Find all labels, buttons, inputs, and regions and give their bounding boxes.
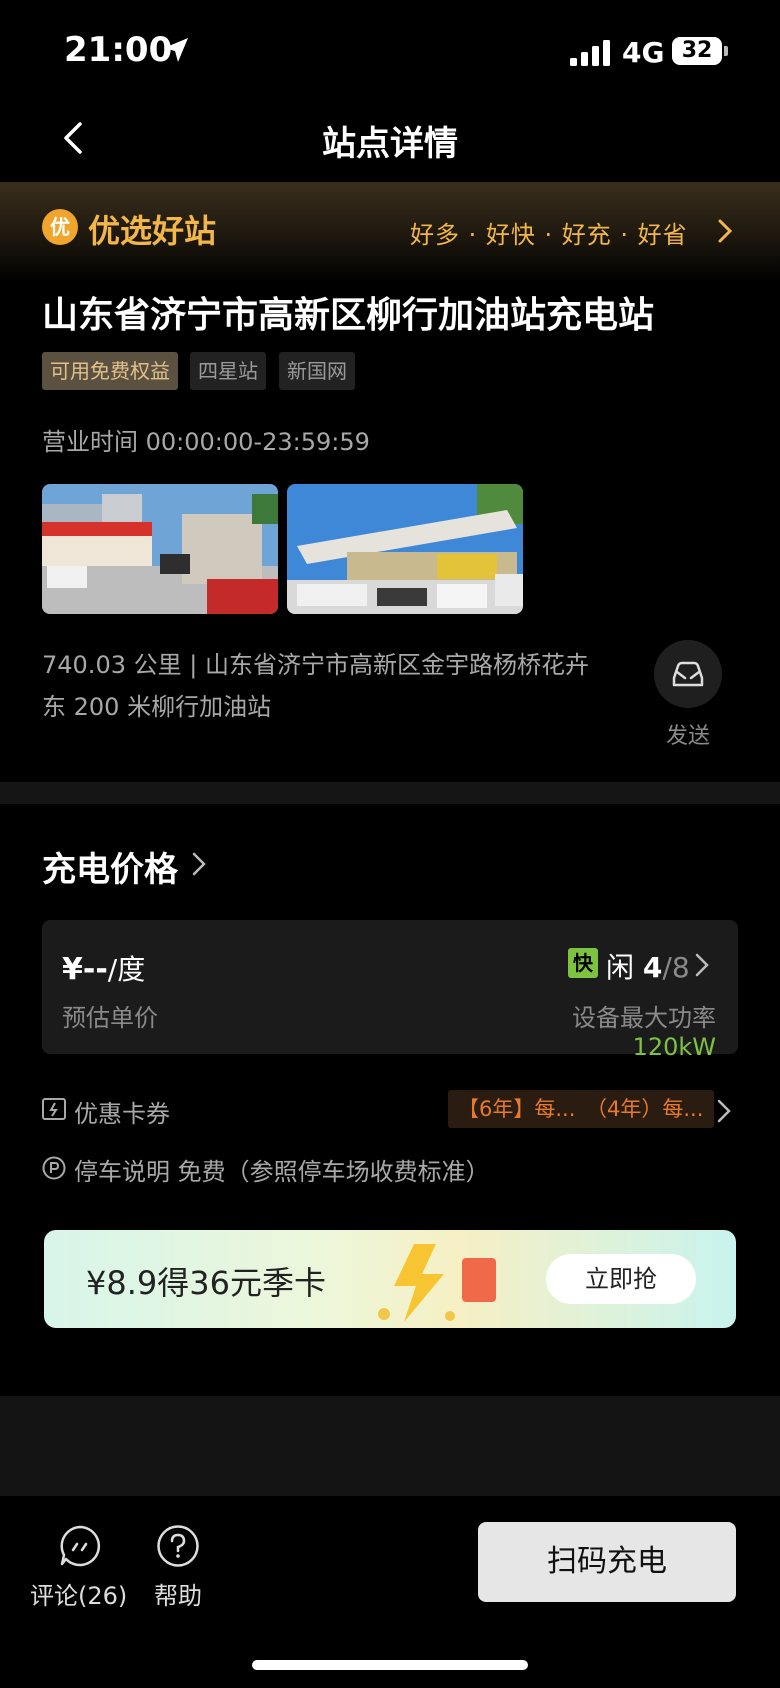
coupon-chip[interactable]: （4年）每... <box>576 1090 714 1128</box>
coupon-chip[interactable]: 【6年】每... <box>448 1090 586 1128</box>
comment-icon[interactable] <box>58 1524 102 1568</box>
business-hours: 营业时间 00:00:00-23:59:59 <box>42 428 370 456</box>
power-value: 120kW <box>632 1033 716 1061</box>
chevron-right-icon[interactable] <box>716 1098 732 1124</box>
location-arrow-icon <box>164 38 188 62</box>
parking-icon <box>42 1156 66 1180</box>
scan-charge-button[interactable]: 扫码充电 <box>478 1522 736 1602</box>
section-divider <box>0 782 780 804</box>
coupon-label[interactable]: 优惠卡券 <box>74 1094 170 1129</box>
featured-slogan[interactable]: 好多 · 好快 · 好充 · 好省 <box>410 215 688 250</box>
station-photo[interactable] <box>42 484 278 614</box>
page-title: 站点详情 <box>322 124 458 164</box>
content-gap <box>0 1396 780 1496</box>
banner-text: ¥8.9得36元季卡 <box>86 1264 326 1302</box>
chevron-right-icon[interactable] <box>694 952 710 978</box>
car-icon <box>672 661 704 687</box>
fast-charge-badge: 快 <box>568 948 598 978</box>
help-label[interactable]: 帮助 <box>154 1576 202 1611</box>
parking-info: 停车说明 免费（参照停车场收费标准） <box>74 1158 490 1186</box>
price-value: ¥--/度 <box>62 948 145 988</box>
station-name: 山东省济宁市高新区柳行加油站充电站 <box>42 295 655 336</box>
station-photo[interactable] <box>287 484 523 614</box>
battery-tip <box>724 46 728 56</box>
send-to-car-button[interactable] <box>654 640 722 708</box>
idle-label: 闲 <box>606 951 635 984</box>
price-unit: /度 <box>107 953 146 986</box>
idle-count: 闲 4/8 <box>606 946 690 986</box>
comment-label[interactable]: 评论(26) <box>30 1576 127 1611</box>
network-type: 4G <box>622 36 665 69</box>
station-address: 740.03 公里 | 山东省济宁市高新区金宇路杨桥花卉东 200 米柳行加油站 <box>42 651 589 721</box>
price-subtitle: 预估单价 <box>62 1004 158 1032</box>
tag-free-benefit: 可用免费权益 <box>42 352 178 390</box>
idle-total: /8 <box>662 951 690 984</box>
send-label: 发送 <box>665 724 710 749</box>
coupon-icon <box>42 1098 66 1120</box>
status-time: 21:00 <box>64 30 173 70</box>
grab-now-button[interactable]: 立即抢 <box>546 1254 696 1304</box>
chevron-right-icon[interactable] <box>190 850 208 878</box>
max-power: 设备最大功率120kW <box>490 998 716 1061</box>
featured-title: 优选好站 <box>88 212 217 250</box>
help-icon[interactable] <box>156 1524 200 1568</box>
tag-star-rating: 四星站 <box>190 352 266 390</box>
price-amount: ¥-- <box>62 952 108 987</box>
idle-available: 4 <box>642 951 663 984</box>
battery-indicator: 32 <box>672 37 722 65</box>
home-indicator[interactable] <box>252 1660 528 1670</box>
tag-operator: 新国网 <box>279 352 355 390</box>
signal-icon <box>570 40 610 66</box>
chevron-right-icon[interactable] <box>716 218 734 244</box>
power-label: 设备最大功率 <box>572 1004 716 1032</box>
featured-badge-icon: 优 <box>42 209 78 245</box>
price-section-title[interactable]: 充电价格 <box>42 842 178 891</box>
